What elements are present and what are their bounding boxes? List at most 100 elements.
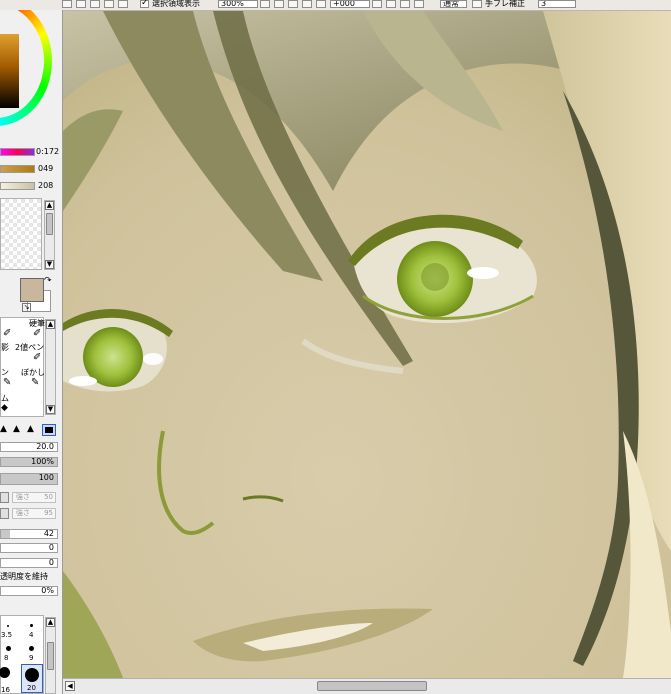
color-slider-1[interactable] <box>0 148 35 156</box>
foreground-color-swatch[interactable] <box>20 278 44 302</box>
brush-presets-scrollbar[interactable]: ▲ <box>45 617 56 694</box>
value-c: 0 <box>48 558 54 567</box>
value-b: 0 <box>48 543 54 552</box>
brush-dot-16[interactable] <box>0 667 10 678</box>
color-slider-3[interactable] <box>0 182 35 190</box>
rotate-left-button[interactable] <box>372 0 382 8</box>
option1-field[interactable]: 強さ 50 <box>12 492 56 503</box>
drawing-canvas[interactable] <box>63 11 671 678</box>
hscroll-thumb[interactable] <box>317 681 427 691</box>
tool-eraser[interactable]: ム <box>1 394 9 403</box>
stabilizer-select[interactable]: 3 <box>538 0 576 8</box>
flip-button[interactable] <box>414 0 424 8</box>
scroll-down-arrow[interactable]: ▼ <box>45 260 54 269</box>
hscroll-left-arrow[interactable]: ◀ <box>65 681 75 691</box>
saturation-value-box[interactable] <box>0 34 19 108</box>
toolbar-button-2[interactable] <box>76 0 86 8</box>
preserve-opacity-label[interactable]: 透明度を維持 <box>0 571 48 582</box>
tool-hard-pen[interactable]: 硬筆 <box>29 319 45 328</box>
value-a-fill <box>1 530 10 538</box>
brush-size-presets: 3.5 4 8 9 20 16 <box>0 615 44 694</box>
option2-label: 強さ <box>16 509 30 517</box>
brush-preset-4[interactable]: 4 <box>29 631 33 639</box>
reset-colors-icon[interactable]: ↘ <box>22 303 31 312</box>
eye-left-highlight-2 <box>143 353 163 365</box>
square-shape-icon <box>45 427 53 433</box>
swatch-scrollbar[interactable]: ▲ ▼ <box>44 200 55 270</box>
toolbar-button-1[interactable] <box>62 0 72 8</box>
value-b-field[interactable]: 0 <box>0 543 58 553</box>
eye-right-pupil <box>421 263 449 291</box>
zoom-reset-button[interactable] <box>302 0 312 8</box>
option1-toggle[interactable] <box>0 492 9 503</box>
rotation-field[interactable]: +000 <box>330 0 370 8</box>
zoom-out-button[interactable] <box>288 0 298 8</box>
tool-list-scrollbar[interactable]: ▲ ▼ <box>45 319 56 415</box>
swap-colors-icon[interactable]: ↷ <box>44 276 52 286</box>
density-field[interactable]: 100 <box>0 473 58 485</box>
brush-preset-16[interactable]: 16 <box>1 686 10 694</box>
canvas-horizontal-scrollbar[interactable]: ◀ <box>63 678 671 694</box>
tool-binary-pen[interactable]: 2値ペン <box>15 343 44 352</box>
top-toolbar: ✓ 選択領域表示 300% +000 通常 手ブレ補正 3 <box>0 0 671 11</box>
selection-checkbox-label: 選択領域表示 <box>152 0 200 8</box>
brush-dot-small[interactable] <box>7 625 9 627</box>
value-c-field[interactable]: 0 <box>0 558 58 568</box>
brush-preset-20-label: 20 <box>27 684 36 692</box>
blend-mode-select[interactable]: 通常 <box>440 0 467 8</box>
eye-right-highlight <box>467 267 499 279</box>
tool-pen-partial[interactable]: ン <box>1 368 9 377</box>
brush-dot-20 <box>25 668 39 682</box>
density-value: 100 <box>38 473 54 482</box>
brush-dot-small-2[interactable] <box>30 624 33 627</box>
brush-shape-square-button[interactable] <box>42 424 56 436</box>
brush-shape-flat-icon[interactable]: ▲ <box>27 424 34 434</box>
rotate-right-button[interactable] <box>386 0 396 8</box>
scroll-thumb[interactable] <box>46 213 53 235</box>
tool-scroll-down-arrow[interactable]: ▼ <box>46 405 55 414</box>
color-slider-2[interactable] <box>0 165 35 173</box>
brush-dot-9[interactable] <box>29 646 34 651</box>
zoom-field[interactable]: 300% <box>218 0 258 8</box>
zoom-fit-button[interactable] <box>316 0 326 8</box>
swatch-palette[interactable] <box>0 198 42 270</box>
color-slider-2-value: 049 <box>38 164 54 173</box>
stabilizer-label: 手ブレ補正 <box>485 0 525 8</box>
presets-scroll-up-arrow[interactable]: ▲ <box>46 618 55 627</box>
brush-dot-8[interactable] <box>6 646 11 651</box>
value-a-field[interactable]: 42 <box>0 529 58 539</box>
option2-toggle[interactable] <box>0 508 9 519</box>
value-a: 42 <box>43 529 54 538</box>
tool-blur[interactable]: ぼかし <box>21 368 45 377</box>
option1-value: 50 <box>44 493 53 501</box>
eraser-icon: ◆ <box>1 403 8 413</box>
selection-checkbox[interactable]: ✓ <box>140 0 149 8</box>
preserve-value-field[interactable]: 0% <box>0 586 58 596</box>
blur-icon: ✎ <box>31 377 40 388</box>
brush-preset-3-5[interactable]: 3.5 <box>1 631 12 639</box>
toolbar-button-3[interactable] <box>90 0 100 8</box>
min-size-value: 100% <box>31 457 54 466</box>
brush-size-value: 20.0 <box>36 442 54 451</box>
min-size-field[interactable]: 100% <box>0 457 58 467</box>
option2-field[interactable]: 強さ 95 <box>12 508 56 519</box>
color-slider-2-fill <box>1 166 34 172</box>
tool-list: 硬筆 ✐ ✐ 影 2値ペン ✐ ン ぼかし ✎ ✎ ム ◆ <box>0 317 45 417</box>
presets-scroll-thumb[interactable] <box>47 642 54 670</box>
option2-value: 95 <box>44 509 53 517</box>
brush-preset-20-selected[interactable]: 20 <box>21 664 43 693</box>
toolbar-button-4[interactable] <box>104 0 114 8</box>
zoom-dropdown-button[interactable] <box>260 0 270 8</box>
tool-shadow[interactable]: 影 <box>1 343 9 352</box>
scroll-up-arrow[interactable]: ▲ <box>45 201 54 210</box>
tool-scroll-up-arrow[interactable]: ▲ <box>46 320 55 329</box>
brush-shape-soft-icon[interactable]: ▲ <box>13 424 20 434</box>
brush-preset-9[interactable]: 9 <box>29 654 33 662</box>
toolbar-button-5[interactable] <box>118 0 128 8</box>
artwork <box>63 11 671 678</box>
zoom-in-button[interactable] <box>274 0 284 8</box>
brush-shape-round-icon[interactable]: ▲ <box>0 424 7 434</box>
rotate-reset-button[interactable] <box>400 0 410 8</box>
brush-size-field[interactable]: 20.0 <box>0 442 58 452</box>
brush-preset-8[interactable]: 8 <box>4 654 8 662</box>
